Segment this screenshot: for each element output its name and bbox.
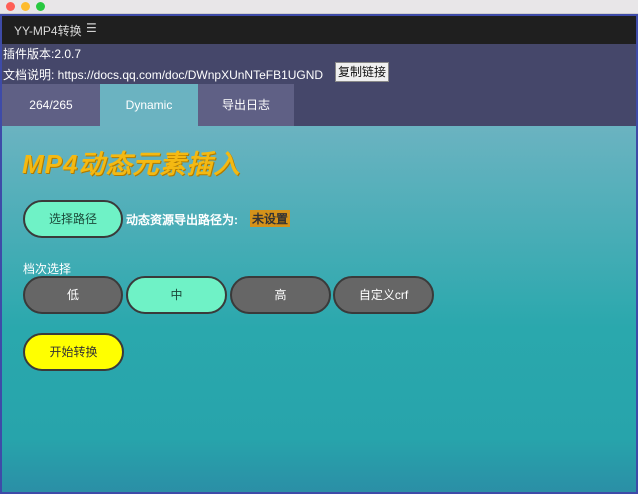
quality-high-button[interactable]: 高 [230, 276, 331, 314]
export-path-label: 动态资源导出路径为: [126, 213, 238, 227]
select-path-button[interactable]: 选择路径 [23, 200, 123, 238]
close-window-icon[interactable] [6, 2, 15, 11]
window-titlebar [0, 0, 638, 14]
extension-panel: YY-MP4转换 ☰ 插件版本:2.0.7 文档说明: https://docs… [0, 14, 638, 494]
hamburger-menu-icon[interactable]: ☰ [86, 21, 97, 35]
quality-custom-crf-button[interactable]: 自定义crf [333, 276, 434, 314]
panel-header: YY-MP4转换 ☰ [2, 14, 636, 44]
docs-link-text: 文档说明: https://docs.qq.com/doc/DWnpXUnNTe… [3, 68, 324, 82]
tab-dynamic[interactable]: Dynamic [100, 84, 198, 126]
tab-bar: 264/265 Dynamic 导出日志 [2, 84, 636, 126]
page-title: MP4动态元素插入 [22, 149, 241, 179]
export-path-status-badge: 未设置 [250, 210, 291, 227]
tab-export-log[interactable]: 导出日志 [198, 84, 294, 126]
minimize-window-icon[interactable] [21, 2, 30, 11]
panel-title: YY-MP4转换 [14, 24, 82, 38]
quality-medium-button[interactable]: 中 [126, 276, 227, 314]
plugin-version: 插件版本:2.0.7 [3, 47, 82, 61]
quality-low-button[interactable]: 低 [23, 276, 123, 314]
copy-link-button[interactable]: 复制链接 [335, 62, 390, 82]
info-section: 插件版本:2.0.7 文档说明: https://docs.qq.com/doc… [2, 44, 636, 84]
quality-section-label: 档次选择 [23, 262, 72, 276]
tab-264-265[interactable]: 264/265 [2, 84, 100, 126]
dynamic-tab-content: MP4动态元素插入 选择路径 动态资源导出路径为: 未设置 档次选择 低 中 高… [2, 126, 636, 492]
start-convert-button[interactable]: 开始转换 [23, 333, 124, 371]
zoom-window-icon[interactable] [36, 2, 45, 11]
